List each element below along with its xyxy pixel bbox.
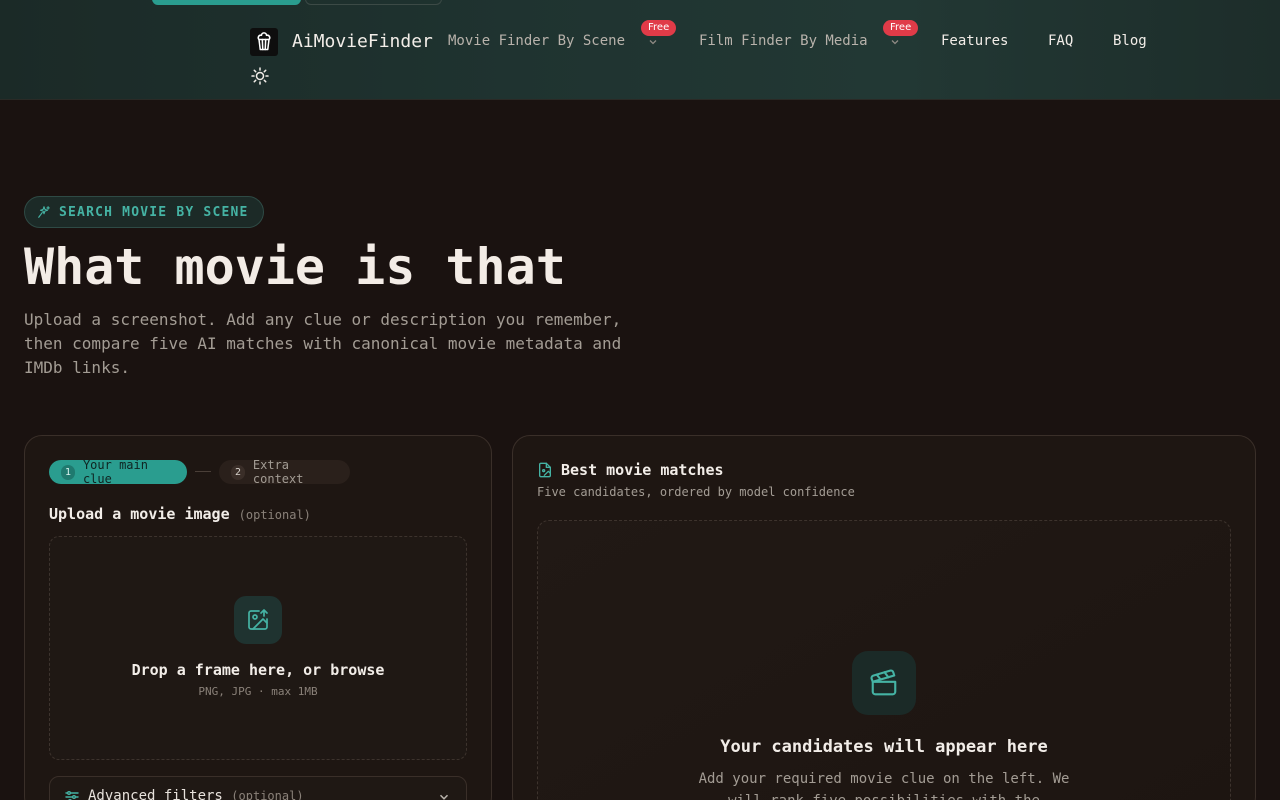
results-title: Best movie matches: [561, 461, 724, 479]
chevron-down-icon[interactable]: [647, 36, 659, 48]
logo[interactable]: [250, 28, 278, 56]
section-pill: SEARCH MOVIE BY SCENE: [24, 196, 264, 228]
brand-name[interactable]: AiMovieFinder: [292, 31, 433, 52]
step-main-clue[interactable]: 1 Your main clue: [49, 458, 187, 486]
popcorn-icon: [257, 32, 271, 51]
image-dropzone[interactable]: [49, 536, 467, 760]
step-label: Extra context: [252, 458, 304, 486]
nav-features[interactable]: Features: [941, 33, 1008, 49]
section-pill-label: SEARCH MOVIE BY SCENE: [59, 204, 249, 220]
clapperboard-icon: [870, 669, 897, 696]
top-tab[interactable]: [305, 0, 442, 5]
free-badge: Free: [641, 20, 677, 36]
upload-label-text: Upload a movie image: [49, 505, 230, 523]
sliders-icon: [65, 791, 79, 800]
advanced-filters-text: Advanced filters: [88, 788, 223, 800]
empty-state-title: Your candidates will appear here: [720, 737, 1048, 757]
chevron-down-icon[interactable]: [889, 36, 901, 48]
step-label: Your main clue: [82, 458, 148, 486]
results-icon-box: [852, 651, 916, 715]
nav-movie-finder-by-scene[interactable]: Movie Finder By Scene: [448, 33, 625, 49]
nav-blog[interactable]: Blog: [1113, 33, 1147, 49]
optional-hint: (optional): [238, 508, 311, 522]
file-image-icon: [539, 462, 551, 478]
sun-icon[interactable]: [250, 66, 270, 86]
page-subtitle: Upload a screenshot. Add any clue or des…: [24, 310, 622, 377]
empty-state-description: Add your required movie clue on the left…: [698, 771, 1070, 800]
top-tab-active[interactable]: [152, 0, 301, 5]
free-badge: Free: [883, 20, 919, 36]
image-upload-icon: [248, 609, 268, 630]
chevron-down-icon[interactable]: [437, 790, 451, 800]
step-number: 1: [61, 464, 75, 480]
nav-faq[interactable]: FAQ: [1048, 33, 1073, 49]
upload-label: Upload a movie image (optional): [49, 505, 311, 523]
results-subtitle: Five candidates, ordered by model confid…: [537, 485, 855, 499]
dropzone-title[interactable]: Drop a frame here, or browse: [49, 661, 467, 679]
upload-icon-box[interactable]: [234, 596, 282, 644]
nav-film-finder-by-media[interactable]: Film Finder By Media: [699, 33, 868, 49]
step-number: 2: [231, 464, 245, 480]
advanced-filters-label[interactable]: Advanced filters (optional): [88, 788, 304, 800]
page-title: What movie is that: [24, 238, 566, 296]
dropzone-hint: PNG, JPG · max 1MB: [198, 685, 318, 698]
sparkles-icon: [38, 206, 50, 218]
optional-hint: (optional): [231, 789, 304, 800]
step-divider: [195, 471, 211, 472]
site-header: AiMovieFinder Movie Finder By Scene Free…: [0, 0, 1280, 100]
step-extra-context[interactable]: 2 Extra context: [219, 458, 350, 486]
